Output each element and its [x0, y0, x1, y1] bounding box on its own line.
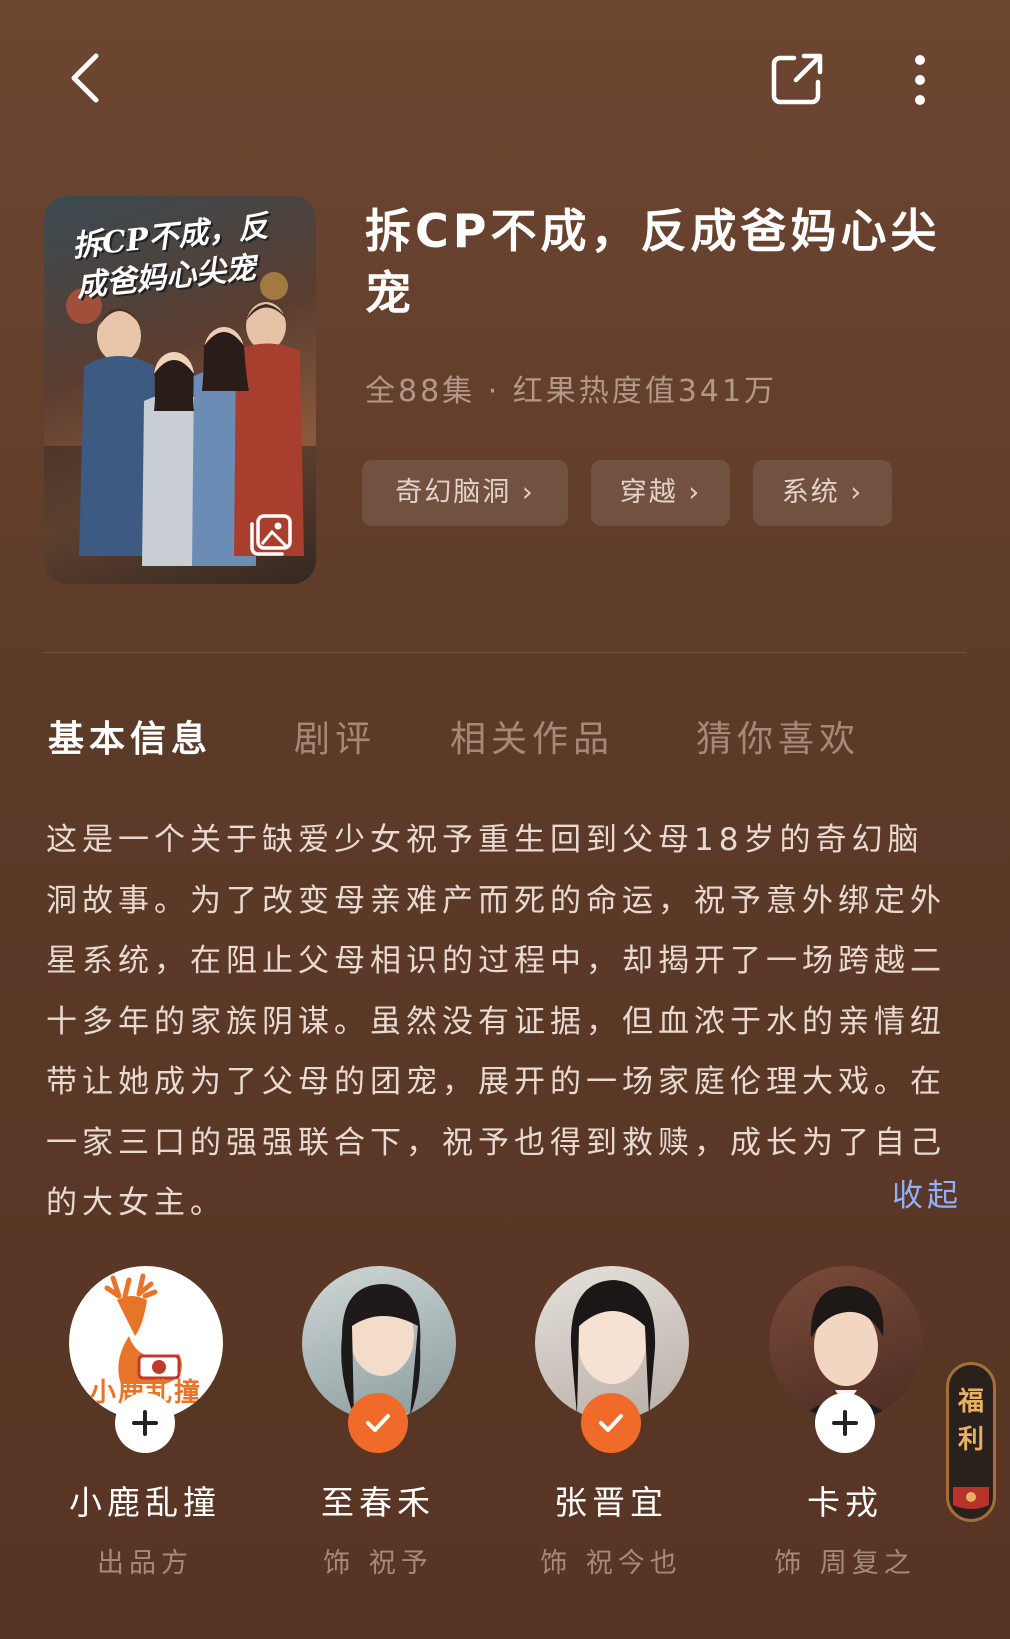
red-packet-icon — [953, 1487, 989, 1509]
tag-time-travel[interactable]: 穿越 › — [591, 460, 730, 526]
share-button[interactable] — [768, 50, 828, 110]
tab-basic-info[interactable]: 基本信息 — [48, 710, 212, 762]
synopsis-text: 这是一个关于缺爱少女祝予重生回到父母18岁的奇幻脑洞故事。为了改变母亲难产而死的… — [46, 822, 946, 1221]
back-button[interactable] — [60, 50, 120, 110]
welfare-label: 福利 — [957, 1387, 984, 1455]
cast-item-producer[interactable]: 小鹿乱撞 小鹿乱撞 出品方 — [45, 1266, 245, 1579]
share-icon — [771, 53, 823, 105]
chevron-left-icon — [71, 53, 99, 103]
cast-name: 张晋宜 — [554, 1483, 668, 1522]
cast-name: 小鹿乱撞 — [69, 1483, 221, 1522]
welfare-floating-button[interactable]: 福利 — [946, 1362, 996, 1522]
plus-icon — [132, 1410, 158, 1436]
cast-item-actor-1[interactable]: 至春禾 饰 祝予 — [278, 1266, 478, 1579]
followed-badge[interactable] — [581, 1393, 641, 1453]
cast-item-actor-2[interactable]: 张晋宜 饰 祝今也 — [511, 1266, 711, 1579]
cast-name: 至春禾 — [321, 1483, 435, 1522]
tag-system[interactable]: 系统 › — [753, 460, 892, 526]
cast-role: 出品方 — [97, 1548, 193, 1579]
followed-badge[interactable] — [348, 1393, 408, 1453]
drama-meta: 全88集 · 红果热度值341万 — [365, 374, 778, 409]
tab-reviews[interactable]: 剧评 — [294, 710, 376, 762]
plus-icon — [832, 1410, 858, 1436]
cast-name: 卡戎 — [807, 1483, 883, 1522]
tab-related-works[interactable]: 相关作品 — [450, 710, 614, 762]
more-vertical-icon — [915, 55, 925, 105]
check-icon — [366, 1414, 390, 1432]
cast-role: 饰 周复之 — [774, 1548, 916, 1579]
follow-button[interactable] — [115, 1393, 175, 1453]
collapse-link[interactable]: 收起 — [892, 1170, 962, 1215]
check-icon — [599, 1414, 623, 1432]
cast-item-actor-3[interactable]: 卡戎 饰 周复之 — [745, 1266, 945, 1579]
divider — [44, 652, 966, 653]
tab-recommendations[interactable]: 猜你喜欢 — [696, 710, 860, 762]
cast-role: 饰 祝予 — [323, 1548, 433, 1579]
cast-role: 饰 祝今也 — [540, 1548, 682, 1579]
tag-fantasy[interactable]: 奇幻脑洞 › — [362, 460, 568, 526]
follow-button[interactable] — [815, 1393, 875, 1453]
gallery-icon[interactable] — [248, 512, 294, 558]
drama-title: 拆CP不成，反成爸妈心尖宠 — [365, 204, 941, 320]
drama-poster[interactable]: 拆CP不成，反成爸妈心尖宠 — [44, 196, 316, 584]
more-options-button[interactable] — [895, 50, 945, 110]
